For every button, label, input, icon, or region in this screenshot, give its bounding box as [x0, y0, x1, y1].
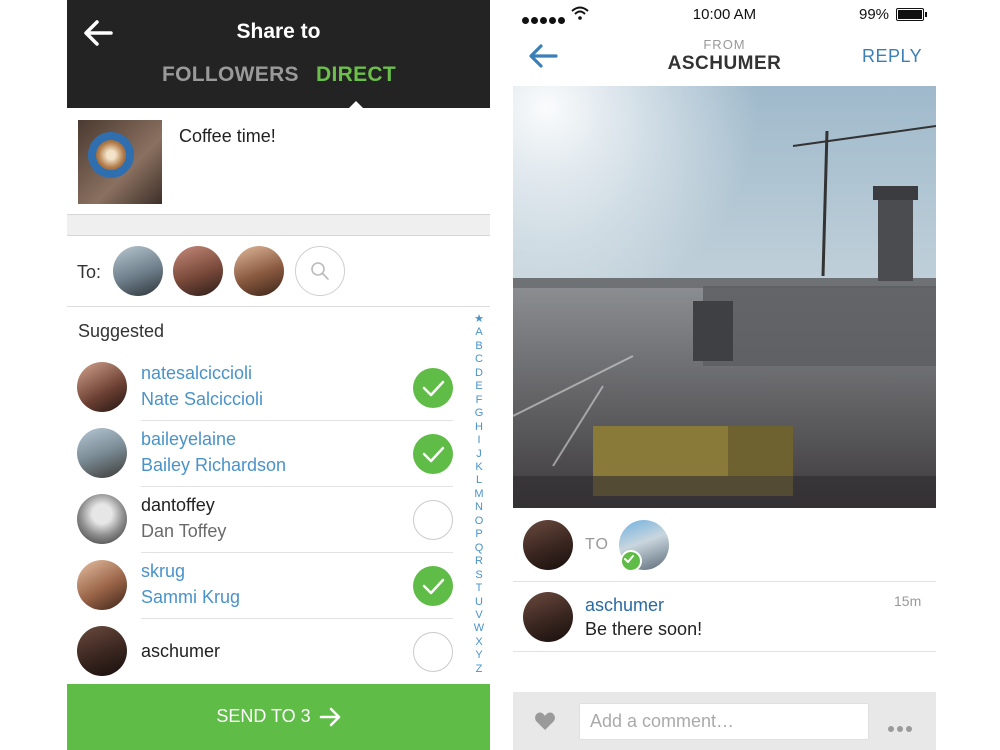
- suggestion-fullname: Bailey Richardson: [141, 455, 287, 475]
- battery-icon: [896, 8, 927, 21]
- alphabet-index-letter[interactable]: E: [471, 380, 487, 393]
- select-checkbox[interactable]: [413, 500, 453, 540]
- alphabet-index-letter[interactable]: A: [471, 326, 487, 339]
- suggestion-row[interactable]: skrug Sammi Krug: [67, 553, 467, 619]
- send-label: SEND TO 3: [216, 706, 311, 726]
- send-button[interactable]: SEND TO 3: [67, 684, 490, 750]
- suggestion-username: aschumer: [141, 641, 221, 661]
- alphabet-index-letter[interactable]: J: [471, 448, 487, 461]
- alphabet-index-letter[interactable]: S: [471, 569, 487, 582]
- checkmark-icon: [624, 555, 634, 563]
- comment-composer: [513, 692, 936, 750]
- avatar: [77, 560, 127, 610]
- alphabet-index-letter[interactable]: M: [471, 488, 487, 501]
- comment-username[interactable]: aschumer: [585, 595, 664, 616]
- select-checkbox[interactable]: [413, 632, 453, 672]
- suggestion-fullname: Dan Toffey: [141, 521, 227, 541]
- reply-button[interactable]: REPLY: [862, 46, 922, 67]
- alphabet-index-letter[interactable]: Z: [471, 663, 487, 676]
- shared-photo[interactable]: [513, 86, 936, 508]
- select-checkbox[interactable]: [413, 368, 453, 408]
- suggestion-row[interactable]: aschumer: [67, 619, 467, 685]
- alphabet-index-letter[interactable]: H: [471, 421, 487, 434]
- tab-direct[interactable]: DIRECT: [316, 63, 396, 87]
- alphabet-index-letter[interactable]: P: [471, 528, 487, 541]
- post-caption: Coffee time!: [179, 126, 276, 146]
- status-bar: 10:00 AM 99%: [513, 0, 936, 30]
- comment: aschumer Be there soon! 15m: [513, 582, 936, 652]
- select-checkbox[interactable]: [413, 566, 453, 606]
- suggestion-fullname: Sammi Krug: [141, 587, 241, 607]
- select-checkbox[interactable]: [413, 434, 453, 474]
- share-screen: Share to FOLLOWERS DIRECT Coffee time! T…: [67, 0, 490, 750]
- to-label: TO: [585, 536, 609, 553]
- checkmark-icon: [422, 578, 445, 595]
- avatar: [77, 494, 127, 544]
- tab-followers[interactable]: FOLLOWERS: [162, 63, 299, 87]
- alphabet-index-letter[interactable]: N: [471, 501, 487, 514]
- heart-icon[interactable]: [534, 711, 556, 731]
- suggested-heading: Suggested: [78, 321, 165, 341]
- recipient-avatar[interactable]: [113, 246, 163, 296]
- alphabet-index-letter[interactable]: D: [471, 367, 487, 380]
- share-header: Share to FOLLOWERS DIRECT: [67, 0, 490, 109]
- alphabet-index-letter[interactable]: F: [471, 394, 487, 407]
- checkmark-icon: [422, 446, 445, 463]
- alphabet-index-letter[interactable]: G: [471, 407, 487, 420]
- alphabet-index-letter[interactable]: Y: [471, 649, 487, 662]
- recipient-avatar[interactable]: [173, 246, 223, 296]
- avatar: [77, 362, 127, 412]
- post-preview: Coffee time!: [67, 108, 490, 214]
- comment-text: Be there soon!: [585, 619, 703, 639]
- alphabet-index-letter[interactable]: V: [471, 609, 487, 622]
- alphabet-index-letter[interactable]: C: [471, 353, 487, 366]
- alphabet-index-letter[interactable]: K: [471, 461, 487, 474]
- suggestion-row[interactable]: baileyelaine Bailey Richardson: [67, 421, 467, 487]
- alphabet-index-letter[interactable]: L: [471, 474, 487, 487]
- suggestion-username: baileyelaine: [141, 429, 237, 449]
- suggestion-username: natesalciccioli: [141, 363, 253, 383]
- avatar: [77, 626, 127, 676]
- comment-input[interactable]: [579, 703, 869, 740]
- arrow-right-icon: [319, 707, 341, 727]
- search-recipient-button[interactable]: [295, 246, 345, 296]
- alphabet-index-letter[interactable]: T: [471, 582, 487, 595]
- suggestion-username: skrug: [141, 561, 186, 581]
- alphabet-index-letter[interactable]: W: [471, 622, 487, 635]
- alphabet-index-letter[interactable]: O: [471, 515, 487, 528]
- divider: [67, 306, 490, 307]
- alphabet-index-letter[interactable]: X: [471, 636, 487, 649]
- to-label: To:: [77, 262, 102, 282]
- suggestion-username: dantoffey: [141, 495, 215, 515]
- suggestion-fullname: Nate Salciccioli: [141, 389, 264, 409]
- recipients-row: TO: [513, 508, 936, 582]
- more-options-icon[interactable]: [888, 719, 915, 737]
- sender-avatar[interactable]: [523, 520, 573, 570]
- alphabet-index-letter[interactable]: Q: [471, 542, 487, 555]
- battery-percent: 99%: [859, 6, 890, 23]
- suggestion-row[interactable]: natesalciccioli Nate Salciccioli: [67, 355, 467, 421]
- section-divider: [67, 214, 490, 236]
- alphabet-index[interactable]: ★ A B C D E F G H I J K L M N O P Q R S T U V W X Y Z: [471, 313, 487, 676]
- search-icon: [311, 262, 329, 280]
- page-title: Share to: [236, 20, 321, 43]
- message-screen: 10:00 AM 99% FROM ASCHUMER REPLY TO asch…: [513, 0, 936, 750]
- recipient-avatar[interactable]: [234, 246, 284, 296]
- seen-check-badge: [620, 550, 642, 572]
- alphabet-index-letter[interactable]: ★: [471, 313, 487, 326]
- avatar: [77, 428, 127, 478]
- suggestion-row[interactable]: dantoffey Dan Toffey: [67, 487, 467, 553]
- alphabet-index-letter[interactable]: I: [471, 434, 487, 447]
- comment-timestamp: 15m: [894, 593, 922, 609]
- alphabet-index-letter[interactable]: B: [471, 340, 487, 353]
- avatar[interactable]: [523, 592, 573, 642]
- post-thumbnail: [78, 120, 162, 204]
- alphabet-index-letter[interactable]: R: [471, 555, 487, 568]
- checkmark-icon: [422, 380, 445, 397]
- alphabet-index-letter[interactable]: U: [471, 596, 487, 609]
